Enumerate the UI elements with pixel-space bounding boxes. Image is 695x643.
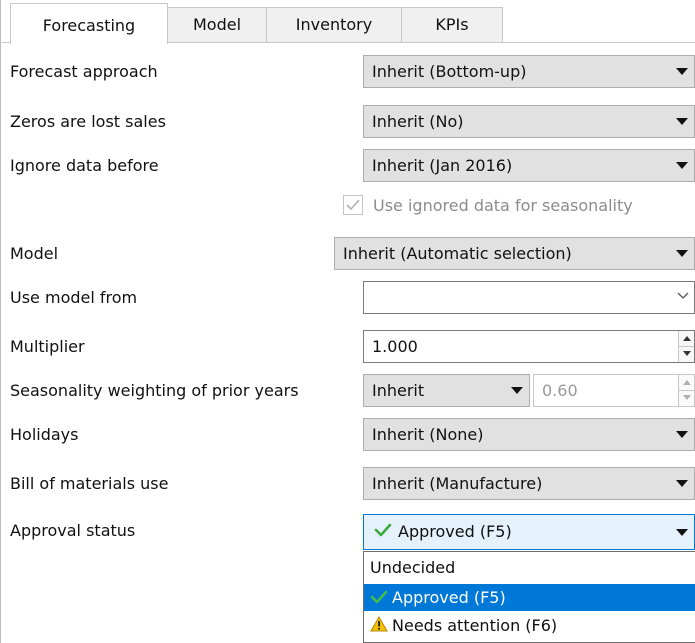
green-check-icon bbox=[374, 516, 392, 550]
tab-bar: Forecasting Model Inventory KPIs bbox=[0, 0, 695, 44]
approval-status-select[interactable]: Approved (F5) bbox=[363, 514, 695, 550]
forecast-approach-value: Inherit (Bottom-up) bbox=[372, 62, 527, 81]
approval-status-value: Approved (F5) bbox=[398, 522, 512, 541]
arrow-down-icon bbox=[683, 351, 691, 356]
seasonality-weighting-label: Seasonality weighting of prior years bbox=[10, 381, 299, 400]
use-model-from-combobox[interactable] bbox=[363, 281, 695, 314]
tab-forecasting[interactable]: Forecasting bbox=[10, 3, 168, 44]
ignore-data-before-label: Ignore data before bbox=[10, 156, 159, 175]
chevron-down-icon bbox=[511, 387, 523, 394]
row-ignore-data-before: Ignore data before Inherit (Jan 2016) bbox=[0, 146, 695, 186]
tab-inventory[interactable]: Inventory bbox=[266, 7, 402, 42]
multiplier-value: 1.000 bbox=[372, 337, 418, 356]
seasonality-weighting-select[interactable]: Inherit bbox=[363, 374, 530, 407]
chevron-down-icon bbox=[676, 118, 688, 125]
checkbox-box bbox=[343, 195, 363, 215]
bom-use-label: Bill of materials use bbox=[10, 474, 169, 493]
bom-use-select[interactable]: Inherit (Manufacture) bbox=[363, 467, 695, 500]
option-label: Undecided bbox=[370, 558, 456, 577]
chevron-down-icon bbox=[676, 68, 688, 75]
tab-model[interactable]: Model bbox=[167, 7, 267, 42]
model-label: Model bbox=[10, 244, 59, 263]
spin-down-button[interactable] bbox=[679, 390, 694, 405]
chevron-down-icon bbox=[676, 250, 688, 257]
multiplier-spin-buttons bbox=[678, 331, 694, 362]
row-holidays: Holidays Inherit (None) bbox=[0, 415, 695, 455]
option-label: Approved (F5) bbox=[392, 588, 506, 607]
checkmark-icon bbox=[346, 199, 360, 211]
chevron-down-icon bbox=[676, 162, 688, 169]
chevron-down-icon bbox=[676, 431, 688, 438]
chevron-down-icon bbox=[676, 480, 688, 487]
warning-icon bbox=[370, 613, 388, 640]
row-multiplier: Multiplier 1.000 bbox=[0, 327, 695, 367]
approval-status-label: Approval status bbox=[10, 521, 136, 540]
seasonality-spin-buttons bbox=[678, 375, 694, 406]
arrow-up-icon bbox=[683, 380, 691, 385]
spin-down-button[interactable] bbox=[679, 346, 694, 361]
spin-up-button[interactable] bbox=[679, 331, 694, 347]
row-forecast-approach: Forecast approach Inherit (Bottom-up) bbox=[0, 52, 695, 92]
model-value: Inherit (Automatic selection) bbox=[343, 244, 572, 263]
green-check-icon bbox=[370, 585, 388, 612]
chevron-down-icon[interactable] bbox=[676, 289, 690, 303]
use-model-from-label: Use model from bbox=[10, 288, 138, 307]
ignore-data-before-select[interactable]: Inherit (Jan 2016) bbox=[363, 149, 695, 182]
row-bom-use: Bill of materials use Inherit (Manufactu… bbox=[0, 464, 695, 504]
holidays-select[interactable]: Inherit (None) bbox=[363, 418, 695, 451]
seasonality-weighting-number[interactable]: 0.60 bbox=[533, 374, 695, 407]
approval-status-dropdown: Undecided Approved (F5) Needs attention … bbox=[363, 551, 695, 643]
zeros-lost-sales-label: Zeros are lost sales bbox=[10, 112, 166, 131]
seasonality-weighting-value: Inherit bbox=[372, 381, 425, 400]
arrow-up-icon bbox=[683, 336, 691, 341]
holidays-value: Inherit (None) bbox=[372, 425, 484, 444]
dropdown-option-needs-attention[interactable]: Needs attention (F6) bbox=[364, 612, 695, 639]
arrow-down-icon bbox=[683, 395, 691, 400]
spin-up-button[interactable] bbox=[679, 375, 694, 391]
chevron-down-icon bbox=[676, 529, 688, 536]
forecast-approach-label: Forecast approach bbox=[10, 62, 158, 81]
tab-kpis[interactable]: KPIs bbox=[401, 7, 503, 42]
row-zeros-lost-sales: Zeros are lost sales Inherit (No) bbox=[0, 102, 695, 142]
zeros-lost-sales-value: Inherit (No) bbox=[372, 112, 464, 131]
zeros-lost-sales-select[interactable]: Inherit (No) bbox=[363, 105, 695, 138]
row-approval-status: Approval status Approved (F5) bbox=[0, 511, 695, 551]
holidays-label: Holidays bbox=[10, 425, 79, 444]
ignore-data-before-value: Inherit (Jan 2016) bbox=[372, 156, 513, 175]
use-ignored-seasonality-label: Use ignored data for seasonality bbox=[373, 196, 633, 215]
row-use-model-from: Use model from bbox=[0, 278, 695, 318]
multiplier-spinbox[interactable]: 1.000 bbox=[363, 330, 695, 363]
forecast-approach-select[interactable]: Inherit (Bottom-up) bbox=[363, 55, 695, 88]
dropdown-option-undecided[interactable]: Undecided bbox=[364, 554, 695, 581]
seasonality-weighting-number-value: 0.60 bbox=[542, 381, 578, 400]
option-label: Needs attention (F6) bbox=[392, 616, 558, 635]
model-select[interactable]: Inherit (Automatic selection) bbox=[334, 237, 695, 270]
bom-use-value: Inherit (Manufacture) bbox=[372, 474, 543, 493]
row-seasonality-weighting: Seasonality weighting of prior years Inh… bbox=[0, 371, 695, 411]
row-model: Model Inherit (Automatic selection) bbox=[0, 234, 695, 274]
dropdown-option-approved[interactable]: Approved (F5) bbox=[364, 584, 695, 611]
multiplier-label: Multiplier bbox=[10, 337, 85, 356]
